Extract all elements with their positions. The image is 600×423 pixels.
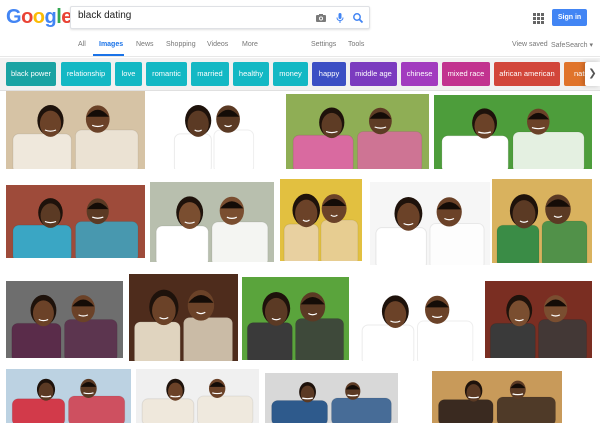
settings-link[interactable]: Settings	[311, 41, 336, 48]
related-searches-chips: black power relationship love romantic marri…	[0, 58, 600, 91]
chip-happy[interactable]: happy	[312, 62, 346, 86]
logo-letter: o	[32, 6, 45, 28]
image-result[interactable]	[370, 182, 490, 265]
search-input[interactable]: black dating	[78, 10, 131, 21]
sign-in-button[interactable]: Sign in	[552, 9, 587, 26]
active-tab-underline	[93, 54, 124, 56]
apps-grid-icon[interactable]	[533, 13, 544, 24]
image-result[interactable]	[434, 95, 592, 169]
search-icon[interactable]	[352, 12, 364, 24]
image-result[interactable]	[6, 185, 145, 258]
view-saved-link[interactable]: View saved	[512, 41, 548, 48]
image-result[interactable]	[280, 179, 362, 261]
chip-middle-age[interactable]: middle age	[350, 62, 397, 86]
header: Google black dating Sign in All Images N…	[0, 0, 600, 57]
image-result[interactable]	[485, 281, 592, 358]
tab-videos[interactable]: Videos	[207, 41, 228, 48]
chip-african-american[interactable]: african american	[494, 62, 560, 86]
image-result[interactable]	[265, 373, 398, 423]
search-box[interactable]: black dating	[70, 6, 370, 29]
image-result[interactable]	[356, 281, 479, 361]
chip-money[interactable]: money	[273, 62, 308, 86]
chip-mixed-race[interactable]: mixed race	[442, 62, 490, 86]
chip-black-power[interactable]: black power	[6, 62, 56, 86]
tab-more[interactable]: More	[242, 41, 258, 48]
image-result[interactable]	[6, 281, 123, 358]
chip-relationship[interactable]: relationship	[61, 62, 111, 86]
camera-icon[interactable]	[315, 12, 327, 24]
safesearch-menu[interactable]: SafeSearch ▾	[551, 41, 593, 49]
tab-news[interactable]: News	[136, 41, 154, 48]
tab-all[interactable]: All	[78, 41, 86, 48]
tools-link[interactable]: Tools	[348, 41, 364, 48]
image-result[interactable]	[432, 371, 562, 423]
image-result[interactable]	[6, 369, 131, 423]
image-result[interactable]	[170, 91, 258, 169]
tab-shopping[interactable]: Shopping	[166, 41, 196, 48]
image-result[interactable]	[6, 91, 145, 169]
chip-chinese[interactable]: chinese	[401, 62, 438, 86]
tab-images[interactable]: Images	[99, 41, 123, 48]
google-logo[interactable]: Google	[6, 6, 72, 29]
logo-letter: g	[44, 6, 57, 28]
logo-letter: o	[21, 6, 33, 28]
image-result[interactable]	[129, 274, 238, 361]
search-nav-tabs: All Images News Shopping Videos More Set…	[0, 36, 600, 57]
chip-healthy[interactable]: healthy	[233, 62, 269, 86]
image-result[interactable]	[150, 182, 274, 262]
chip-love[interactable]: love	[115, 62, 142, 86]
image-result[interactable]	[492, 179, 592, 263]
image-result[interactable]	[242, 277, 349, 360]
chip-romantic[interactable]: romantic	[146, 62, 187, 86]
image-results-grid	[0, 91, 600, 423]
microphone-icon[interactable]	[334, 12, 346, 24]
chip-married[interactable]: married	[191, 62, 229, 86]
chevron-right-icon[interactable]: ❯	[585, 62, 600, 86]
image-result[interactable]	[136, 369, 259, 423]
logo-letter: G	[6, 6, 22, 28]
image-result[interactable]	[286, 94, 429, 169]
